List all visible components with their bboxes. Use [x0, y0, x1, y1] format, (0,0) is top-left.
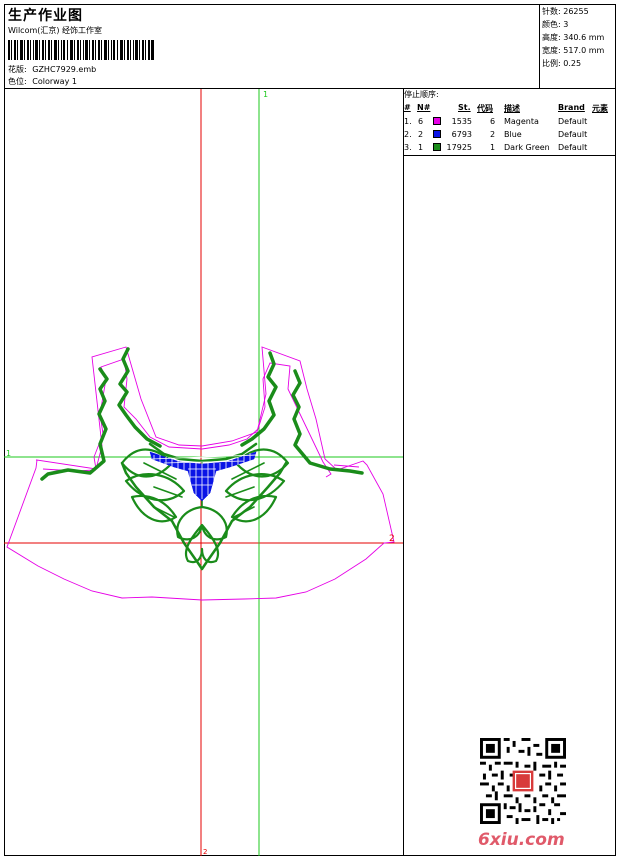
row-index: 2. [404, 130, 412, 139]
neckline-outline [36, 358, 360, 478]
col-header-description: 描述 [504, 104, 520, 113]
stat-label: 针数: [542, 7, 561, 16]
stat-label: 比例: [542, 59, 561, 68]
stat-value: 340.6 mm [563, 33, 605, 42]
design-file-row: 花版: GZHC7929.emb [8, 64, 96, 75]
stop-sequence-divider [403, 155, 616, 156]
embroidery-green [40, 347, 364, 571]
page-title: 生产作业图 [8, 8, 83, 24]
stat-label: 高度: [542, 33, 561, 42]
row-description: Dark Green [504, 143, 550, 152]
col-header-needle: N# [417, 103, 431, 112]
design-file-label: 花版: [8, 65, 27, 74]
colorway-value: Colorway 1 [32, 77, 77, 86]
stat-value: 517.0 mm [563, 46, 605, 55]
color-swatch [433, 117, 441, 125]
design-file-value: GZHC7929.emb [32, 65, 97, 74]
watermark-logo: 6xiu.com [478, 830, 565, 850]
col-header-code: 代码 [477, 104, 493, 113]
header-panel: 生产作业图 Wilcom(汇京) 经饰工作室 花版: GZHC7929.emb … [4, 4, 540, 88]
stat-label: 宽度: [542, 46, 561, 55]
stat-scale: 比例: 0.25 [542, 58, 581, 69]
row-needle: 6 [418, 117, 424, 126]
color-swatch [433, 143, 441, 151]
barcode [8, 40, 154, 60]
row-stitches: 6793 [451, 130, 472, 139]
color-swatch [433, 130, 441, 138]
row-brand: Default [558, 130, 588, 139]
row-code: 1 [490, 143, 496, 152]
col-header-stitches: St. [458, 103, 471, 112]
row-stitches: 1535 [451, 117, 472, 126]
row-index: 3. [404, 143, 412, 152]
axis-label-left: 1 [6, 449, 11, 458]
yoke-center-flower [176, 505, 228, 564]
colorway-row: 色位: Colorway 1 [8, 76, 77, 87]
studio-name: Wilcom(汇京) 经饰工作室 [8, 26, 103, 35]
row-code: 6 [490, 117, 496, 126]
row-brand: Default [558, 117, 588, 126]
stat-height: 高度: 340.6 mm [542, 32, 604, 43]
axis-label-bottom: 2 [203, 848, 207, 856]
row-code: 2 [490, 130, 496, 139]
stat-value: 26255 [563, 7, 589, 16]
stat-label: 颜色: [542, 20, 561, 29]
stats-panel: 针数: 26255 颜色: 3 高度: 340.6 mm 宽度: 517.0 m… [540, 4, 616, 88]
stat-width: 宽度: 517.0 mm [542, 45, 604, 56]
colorway-label: 色位: [8, 77, 27, 86]
row-stitches: 17925 [446, 143, 472, 152]
col-header-index: # [404, 103, 411, 112]
axis-label-right: 2 [389, 534, 395, 544]
row-description: Magenta [504, 117, 539, 126]
stat-stitches: 针数: 26255 [542, 6, 589, 17]
row-needle: 1 [418, 143, 424, 152]
embroidery-drawing: 1 1 2 2 [4, 89, 403, 856]
panel-divider [403, 88, 404, 856]
col-header-element: 元素 [592, 104, 608, 113]
row-brand: Default [558, 143, 588, 152]
axis-label-top: 1 [263, 90, 268, 99]
row-description: Blue [504, 130, 522, 139]
stat-colors: 颜色: 3 [542, 19, 568, 30]
qr-code [480, 738, 566, 824]
row-needle: 2 [418, 130, 424, 139]
stat-value: 3 [563, 20, 569, 29]
row-index: 1. [404, 117, 412, 126]
col-header-brand: Brand [558, 103, 585, 112]
stat-value: 0.25 [563, 59, 582, 68]
stop-sequence-title: 停止顺序: [404, 90, 439, 99]
